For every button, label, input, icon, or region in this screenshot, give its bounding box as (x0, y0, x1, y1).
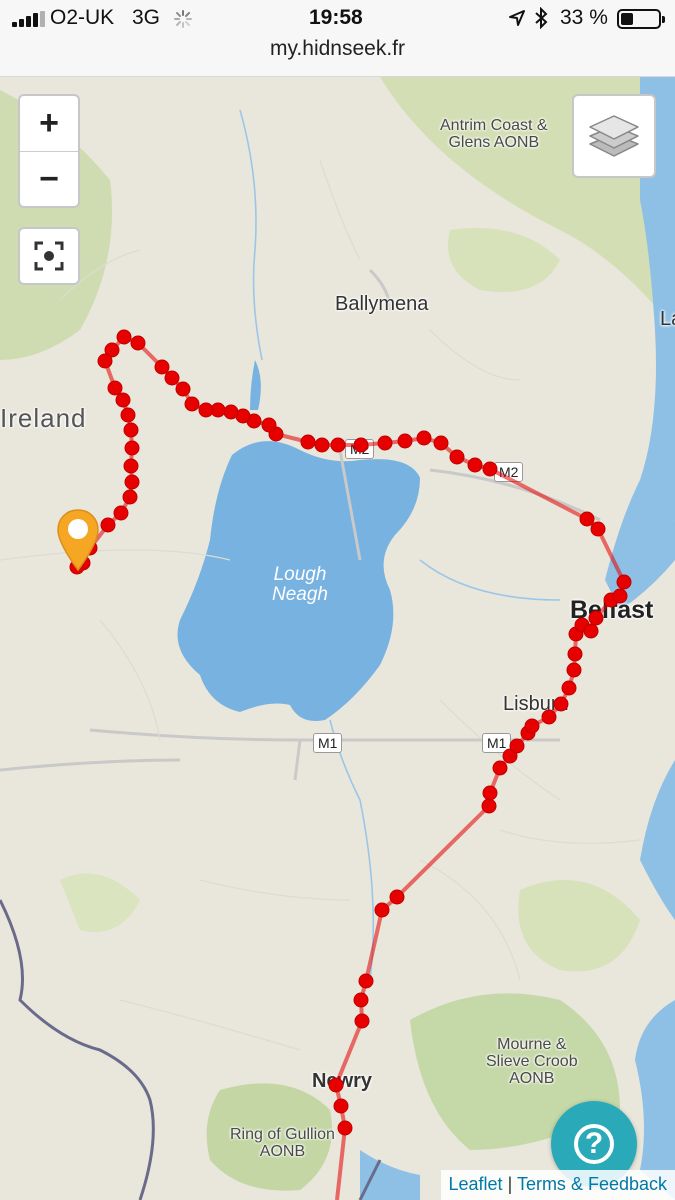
track-point[interactable] (467, 457, 483, 473)
map-view[interactable]: M1 M1 M2 M2 Antrim Coast & Glens AONB Ba… (0, 77, 675, 1200)
battery-icon (617, 9, 665, 29)
track-point[interactable] (481, 798, 497, 814)
track-point[interactable] (579, 511, 595, 527)
loading-spinner-icon (174, 10, 192, 28)
terms-feedback-link[interactable]: Terms & Feedback (517, 1174, 667, 1194)
track-point[interactable] (588, 610, 604, 626)
zoom-control: + − (18, 94, 80, 208)
track-point[interactable] (416, 430, 432, 446)
track-point[interactable] (541, 709, 557, 725)
address-bar[interactable]: my.hidnseek.fr (0, 36, 675, 77)
track-point[interactable] (261, 417, 277, 433)
track-point[interactable] (509, 738, 525, 754)
track-point[interactable] (198, 402, 214, 418)
help-icon: ? (574, 1124, 614, 1164)
track-point[interactable] (97, 353, 113, 369)
track-point[interactable] (616, 574, 632, 590)
track-point[interactable] (116, 329, 132, 345)
track-point[interactable] (184, 396, 200, 412)
gps-track (69, 329, 632, 1200)
track-point[interactable] (330, 437, 346, 453)
layers-button[interactable] (572, 94, 656, 178)
track-point[interactable] (300, 434, 316, 450)
locate-button[interactable] (18, 227, 80, 285)
track-point[interactable] (389, 889, 405, 905)
track-point[interactable] (337, 1120, 353, 1136)
track-point[interactable] (124, 474, 140, 490)
zoom-in-button[interactable]: + (20, 96, 78, 152)
track-point[interactable] (482, 461, 498, 477)
track-point[interactable] (164, 370, 180, 386)
bluetooth-icon (535, 7, 548, 29)
battery-percent: 33 % (560, 6, 608, 29)
track-point[interactable] (358, 973, 374, 989)
track-point[interactable] (154, 359, 170, 375)
track-point[interactable] (566, 662, 582, 678)
track-point[interactable] (100, 517, 116, 533)
track-point[interactable] (353, 437, 369, 453)
track-point[interactable] (175, 381, 191, 397)
signal-icon (12, 11, 46, 27)
track-point[interactable] (567, 646, 583, 662)
track-line (75, 334, 627, 1200)
map-attribution: Leaflet | Terms & Feedback (440, 1170, 675, 1200)
url-text[interactable]: my.hidnseek.fr (270, 37, 405, 60)
track-point[interactable] (433, 435, 449, 451)
network-type: 3G (132, 6, 161, 29)
track-point[interactable] (314, 437, 330, 453)
track-point[interactable] (583, 623, 599, 639)
track-point[interactable] (123, 458, 139, 474)
track-point[interactable] (123, 422, 139, 438)
track-point[interactable] (122, 489, 138, 505)
track-point[interactable] (397, 433, 413, 449)
track-point[interactable] (482, 785, 498, 801)
track-point[interactable] (612, 588, 628, 604)
track-point[interactable] (113, 505, 129, 521)
zoom-out-button[interactable]: − (20, 152, 78, 207)
track-point[interactable] (130, 335, 146, 351)
track-point[interactable] (354, 1013, 370, 1029)
track-point[interactable] (561, 680, 577, 696)
focus-target-icon (34, 241, 64, 271)
track-point[interactable] (553, 696, 569, 712)
track-point[interactable] (590, 521, 606, 537)
location-pin-icon[interactable] (56, 508, 100, 576)
track-point[interactable] (353, 992, 369, 1008)
track-point[interactable] (115, 392, 131, 408)
location-arrow-icon (509, 10, 525, 26)
clock: 19:58 (309, 6, 363, 29)
carrier-name: O2-UK (50, 6, 115, 29)
track-point[interactable] (223, 404, 239, 420)
track-point[interactable] (377, 435, 393, 451)
track-point[interactable] (524, 718, 540, 734)
leaflet-link[interactable]: Leaflet (449, 1174, 503, 1194)
track-point[interactable] (328, 1077, 344, 1093)
layers-icon (589, 115, 639, 157)
status-bar: O2-UK 3G 19:58 33 % (0, 0, 675, 36)
track-point[interactable] (124, 440, 140, 456)
track-point[interactable] (374, 902, 390, 918)
track-point[interactable] (107, 380, 123, 396)
track-point[interactable] (333, 1098, 349, 1114)
track-point[interactable] (492, 760, 508, 776)
attribution-separator: | (507, 1174, 513, 1194)
track-point[interactable] (120, 407, 136, 423)
track-point[interactable] (449, 449, 465, 465)
